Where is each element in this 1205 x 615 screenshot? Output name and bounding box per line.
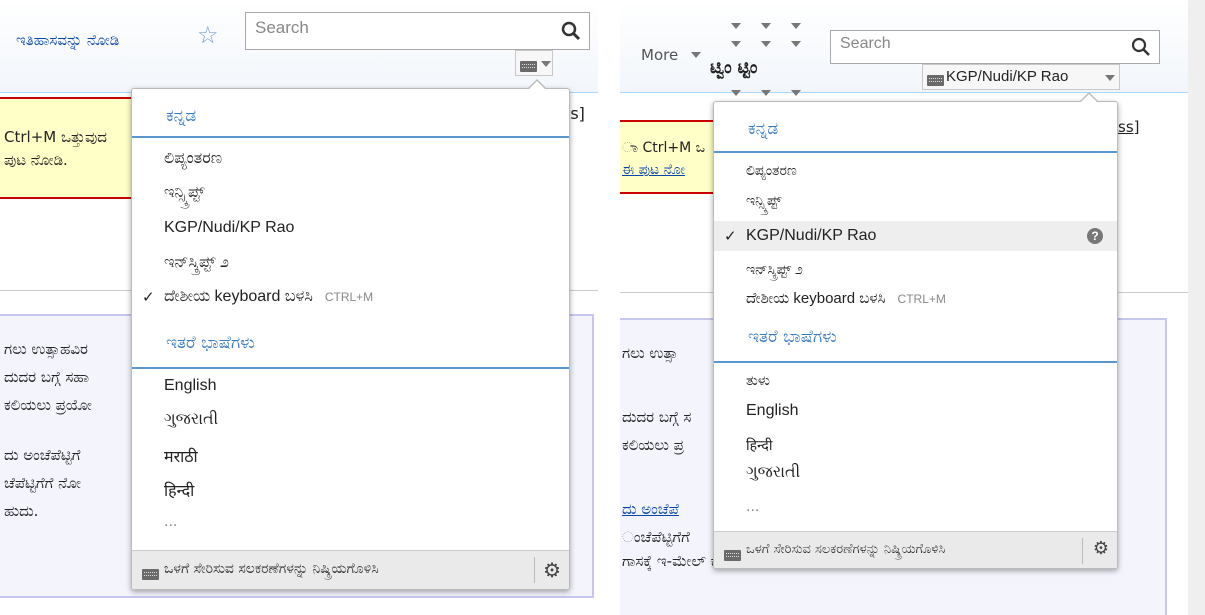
footer-divider bbox=[1082, 538, 1083, 564]
menu-item-language[interactable]: हिन्दी bbox=[132, 479, 569, 501]
help-icon[interactable]: ? bbox=[1087, 228, 1103, 244]
search-icon[interactable] bbox=[561, 21, 581, 41]
menu-item-native-keyboard[interactable]: ದೇಶೀಯ keyboard ಬಳಸಿ CTRL+M bbox=[714, 290, 1117, 307]
menu-footer: ಒಳಗೆ ಸೇರಿಸುವ ಸಲಕರಣೆಗಳನ್ನು ನಿಷ್ಕ್ರಿಯಗೊಳಿಸ… bbox=[714, 531, 1117, 568]
tab-view-history[interactable]: ಇತಿಹಾಸವನ್ನು ನೋಡಿ bbox=[16, 31, 119, 49]
shortcut-label: CTRL+M bbox=[324, 290, 374, 304]
chevron-down-icon bbox=[1105, 75, 1115, 81]
notice-link-line2[interactable]: ಈ ಪುಟ ನೋ bbox=[622, 162, 685, 178]
arrow-icon bbox=[731, 41, 741, 47]
body-line: ಹುದು. bbox=[4, 502, 39, 520]
footer-divider bbox=[534, 557, 535, 583]
menu-item-native-keyboard[interactable]: ✓ ದೇಶೀಯ keyboard ಬಳಸಿ CTRL+M bbox=[132, 288, 569, 306]
panel-gap bbox=[598, 0, 620, 615]
keyboard-icon bbox=[520, 60, 537, 72]
menu-item-transliteration[interactable]: ಲಿಪ್ಯಂತರಣ bbox=[132, 150, 569, 168]
arrow-icon bbox=[791, 23, 801, 29]
notice-text-line1: Ctrl+M ಒತ್ತುವುದ bbox=[4, 128, 107, 146]
arrow-icon bbox=[761, 41, 771, 47]
body-line: ಂಚೆಪೆಟ್ಟಿಗೆಗೆ bbox=[622, 528, 690, 546]
menu-item-language[interactable]: मराठी bbox=[132, 445, 569, 467]
menu-item-transliteration[interactable]: ಲಿಪ್ಯಂತರಣ bbox=[714, 162, 1117, 179]
menu-item-inscript2[interactable]: ಇನ್‌ಸ್ಕ್ರಿಪ್ಟ್ ೨ bbox=[132, 254, 569, 272]
right-screenshot-panel: More ಟ್ವಿಂ ಟ್ಟಿಂ Search KGP/Nudi/KP Rao … bbox=[620, 0, 1188, 615]
body-link[interactable]: ದು ಅಂಚೆಪೆ bbox=[622, 500, 679, 518]
native-keyboard-label: ದೇಶೀಯ keyboard ಬಳಸಿ bbox=[164, 288, 313, 305]
arrow-icon bbox=[731, 90, 741, 96]
menu-item-inscript[interactable]: ಇನ್ಸ್ಕ್ರಿಪ್ಟ್ bbox=[714, 192, 1117, 209]
checkmark-icon: ✓ bbox=[724, 228, 737, 245]
notice-text-line1: ಾ Ctrl+M ಒ bbox=[622, 140, 706, 156]
left-screenshot-panel: ಇತಿಹಾಸವನ್ನು ನೋಡಿ ☆ Search Ctrl+M ಒತ್ತುವು… bbox=[0, 0, 598, 615]
search-placeholder: Search bbox=[840, 35, 891, 52]
body-line: ಕಲಿಯಲು ಪ್ರ bbox=[622, 436, 684, 454]
keyboard-icon bbox=[142, 569, 159, 580]
arrow-icon bbox=[761, 90, 771, 96]
native-keyboard-label: ದೇಶೀಯ keyboard ಬಳಸಿ bbox=[746, 290, 886, 307]
notice-box: Ctrl+M ಒತ್ತುವುದ ಪುಟ ನೋಡಿ. bbox=[0, 97, 152, 199]
menu-footer: ಒಳಗೆ ಸೇರಿಸುವ ಸಲಕರಣೆಗಳನ್ನು ನಿಷ್ಕ್ರಿಯಗೊಳಿಸ… bbox=[132, 550, 569, 589]
body-line: ಚೆಪೆಟ್ಟಿಗೆಗೆ ನೋ bbox=[4, 474, 81, 492]
input-method-menu: ಕನ್ನಡ ಲಿಪ್ಯಂತರಣ ಇನ್ಸ್ಕ್ರಿಪ್ಟ್ KGP/Nudi/K… bbox=[131, 79, 570, 590]
scrollbar[interactable] bbox=[1188, 0, 1205, 615]
more-tab[interactable]: More bbox=[641, 46, 678, 64]
body-line: ದುದರ ಬಗ್ಗೆ ಸ bbox=[622, 408, 692, 426]
chevron-down-icon bbox=[691, 52, 701, 58]
menu-item-language[interactable]: ગુજરાતી bbox=[132, 411, 569, 429]
menu-item-language[interactable]: ತುಳು bbox=[714, 372, 1117, 389]
gear-icon[interactable]: ⚙ bbox=[543, 558, 561, 582]
input-method-menu: ಕನ್ನಡ ಲಿಪ್ಯಂತರಣ ಇನ್ಸ್ಕ್ರಿಪ್ಟ್ ✓ KGP/Nudi… bbox=[713, 92, 1118, 569]
section-header-kannada: ಕನ್ನಡ bbox=[132, 106, 569, 138]
keyboard-menu-button[interactable]: KGP/Nudi/KP Rao bbox=[922, 64, 1120, 90]
menu-item-language[interactable]: English bbox=[714, 402, 1117, 420]
menu-item-more-languages[interactable]: ... bbox=[132, 513, 569, 531]
checkmark-icon: ✓ bbox=[142, 289, 155, 306]
chevron-down-icon bbox=[541, 61, 551, 67]
section-header-other-languages: ಇತರೆ ಭಾಷೆಗಳು bbox=[132, 333, 569, 369]
section-header-kannada: ಕನ್ನಡ bbox=[714, 119, 1117, 153]
section-header-other-languages: ಇತರೆ ಭಾಷೆಗಳು bbox=[714, 327, 1117, 363]
menu-item-more-languages[interactable]: ... bbox=[714, 498, 1117, 516]
search-input[interactable]: Search bbox=[245, 12, 590, 50]
artifact-text: ಟ್ವಿಂ ಟ್ಟಿಂ bbox=[710, 58, 758, 78]
body-line: ಗಲು ಉತ್ಸಾ bbox=[622, 344, 678, 362]
menu-item-language[interactable]: ગુજરાતી bbox=[714, 464, 1117, 482]
body-line: ದು ಅಂಚೆಪೆಟ್ಟಿಗೆ bbox=[4, 446, 81, 464]
notice-box: ಾ Ctrl+M ಒ ಈ ಪುಟ ನೋ bbox=[620, 120, 722, 194]
body-line: ದುದರ ಬಗ್ಗೆ ಸಹಾ bbox=[4, 368, 90, 386]
arrow-icon bbox=[791, 41, 801, 47]
disable-input-tools-link[interactable]: ಒಳಗೆ ಸೇರಿಸುವ ಸಲಕರಣೆಗಳನ್ನು ನಿಷ್ಕ್ರಿಯಗೊಳಿಸ… bbox=[746, 542, 945, 557]
menu-item-language[interactable]: हिन्दी bbox=[714, 436, 1117, 455]
menu-item-inscript2[interactable]: ಇನ್‌ಸ್ಕ್ರಿಪ್ಟ್ ೨ bbox=[714, 261, 1117, 278]
arrow-icon bbox=[791, 90, 801, 96]
keyboard-menu-button[interactable] bbox=[515, 50, 553, 76]
keyboard-icon bbox=[927, 74, 944, 86]
arrow-icon bbox=[731, 23, 741, 29]
keyboard-icon bbox=[724, 550, 741, 561]
search-input[interactable]: Search bbox=[830, 30, 1160, 64]
gear-icon[interactable]: ⚙ bbox=[1093, 538, 1109, 559]
menu-item-kgp-nudi[interactable]: KGP/Nudi/KP Rao bbox=[132, 219, 569, 237]
body-line: ಕಲಿಯಲು ಪ್ರಯೋ bbox=[4, 396, 92, 414]
menu-item-inscript[interactable]: ಇನ್ಸ್ಕ್ರಿಪ್ಟ್ bbox=[132, 184, 569, 202]
menu-item-language[interactable]: English bbox=[132, 377, 569, 395]
watch-star-icon[interactable]: ☆ bbox=[197, 21, 219, 49]
shortcut-label: CTRL+M bbox=[897, 292, 946, 306]
search-placeholder: Search bbox=[255, 18, 309, 37]
kgp-nudi-label: KGP/Nudi/KP Rao bbox=[746, 227, 877, 244]
body-line: ಗಲು ಉತ್ಸಾಹವಿರ bbox=[4, 340, 88, 358]
menu-item-kgp-nudi[interactable]: ✓ KGP/Nudi/KP Rao ? bbox=[714, 221, 1117, 251]
arrow-icon bbox=[761, 23, 771, 29]
bracket-text: ss] bbox=[1118, 118, 1140, 136]
disable-input-tools-link[interactable]: ಒಳಗೆ ಸೇರಿಸುವ ಸಲಕರಣೆಗಳನ್ನು ನಿಷ್ಕ್ರಿಯಗೊಳಿಸ… bbox=[164, 561, 379, 577]
search-icon[interactable] bbox=[1131, 37, 1151, 57]
notice-text-line2: ಪುಟ ನೋಡಿ. bbox=[4, 151, 68, 169]
keyboard-current-method: KGP/Nudi/KP Rao bbox=[946, 68, 1069, 85]
